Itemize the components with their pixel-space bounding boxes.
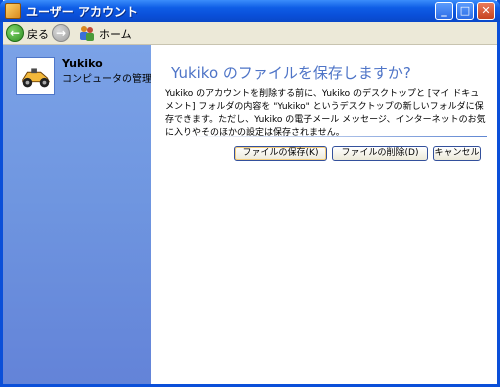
back-label[interactable]: 戻る (27, 26, 49, 42)
minimize-button[interactable]: _ (435, 2, 453, 20)
home-icon[interactable] (78, 25, 96, 41)
delete-files-button[interactable]: ファイルの削除(D) (332, 146, 428, 161)
page-title: Yukiko のファイルを保存しますか? (171, 64, 411, 82)
home-label[interactable]: ホーム (99, 26, 132, 42)
cancel-button[interactable]: キャンセル (433, 146, 481, 161)
close-button[interactable]: ✕ (477, 2, 495, 20)
save-files-button[interactable]: ファイルの保存(K) (234, 146, 327, 161)
toolbar: ← 戻る → ホーム (3, 22, 497, 45)
window-title: ユーザー アカウント (26, 5, 138, 19)
divider (183, 136, 487, 137)
forward-arrow-icon[interactable]: → (52, 24, 70, 42)
maximize-button[interactable]: □ (456, 2, 474, 20)
main-panel: Yukiko のファイルを保存しますか? Yukiko のアカウントを削除する前… (151, 45, 497, 384)
title-bar[interactable]: ユーザー アカウント _ □ ✕ (0, 0, 500, 22)
description-text: Yukiko のアカウントを削除する前に、Yukiko のデスクトップと [マイ… (165, 89, 486, 138)
back-arrow-icon[interactable]: ← (6, 24, 24, 42)
user-accounts-icon (5, 3, 21, 19)
sidebar: Yukiko コンピュータの管理者 (3, 45, 162, 384)
user-name: Yukiko (62, 57, 103, 70)
user-accounts-window: ユーザー アカウント _ □ ✕ ← 戻る → ホーム Yukiko コンピュー… (0, 0, 500, 387)
user-role: コンピュータの管理者 (62, 74, 162, 85)
race-car-icon (17, 58, 54, 94)
